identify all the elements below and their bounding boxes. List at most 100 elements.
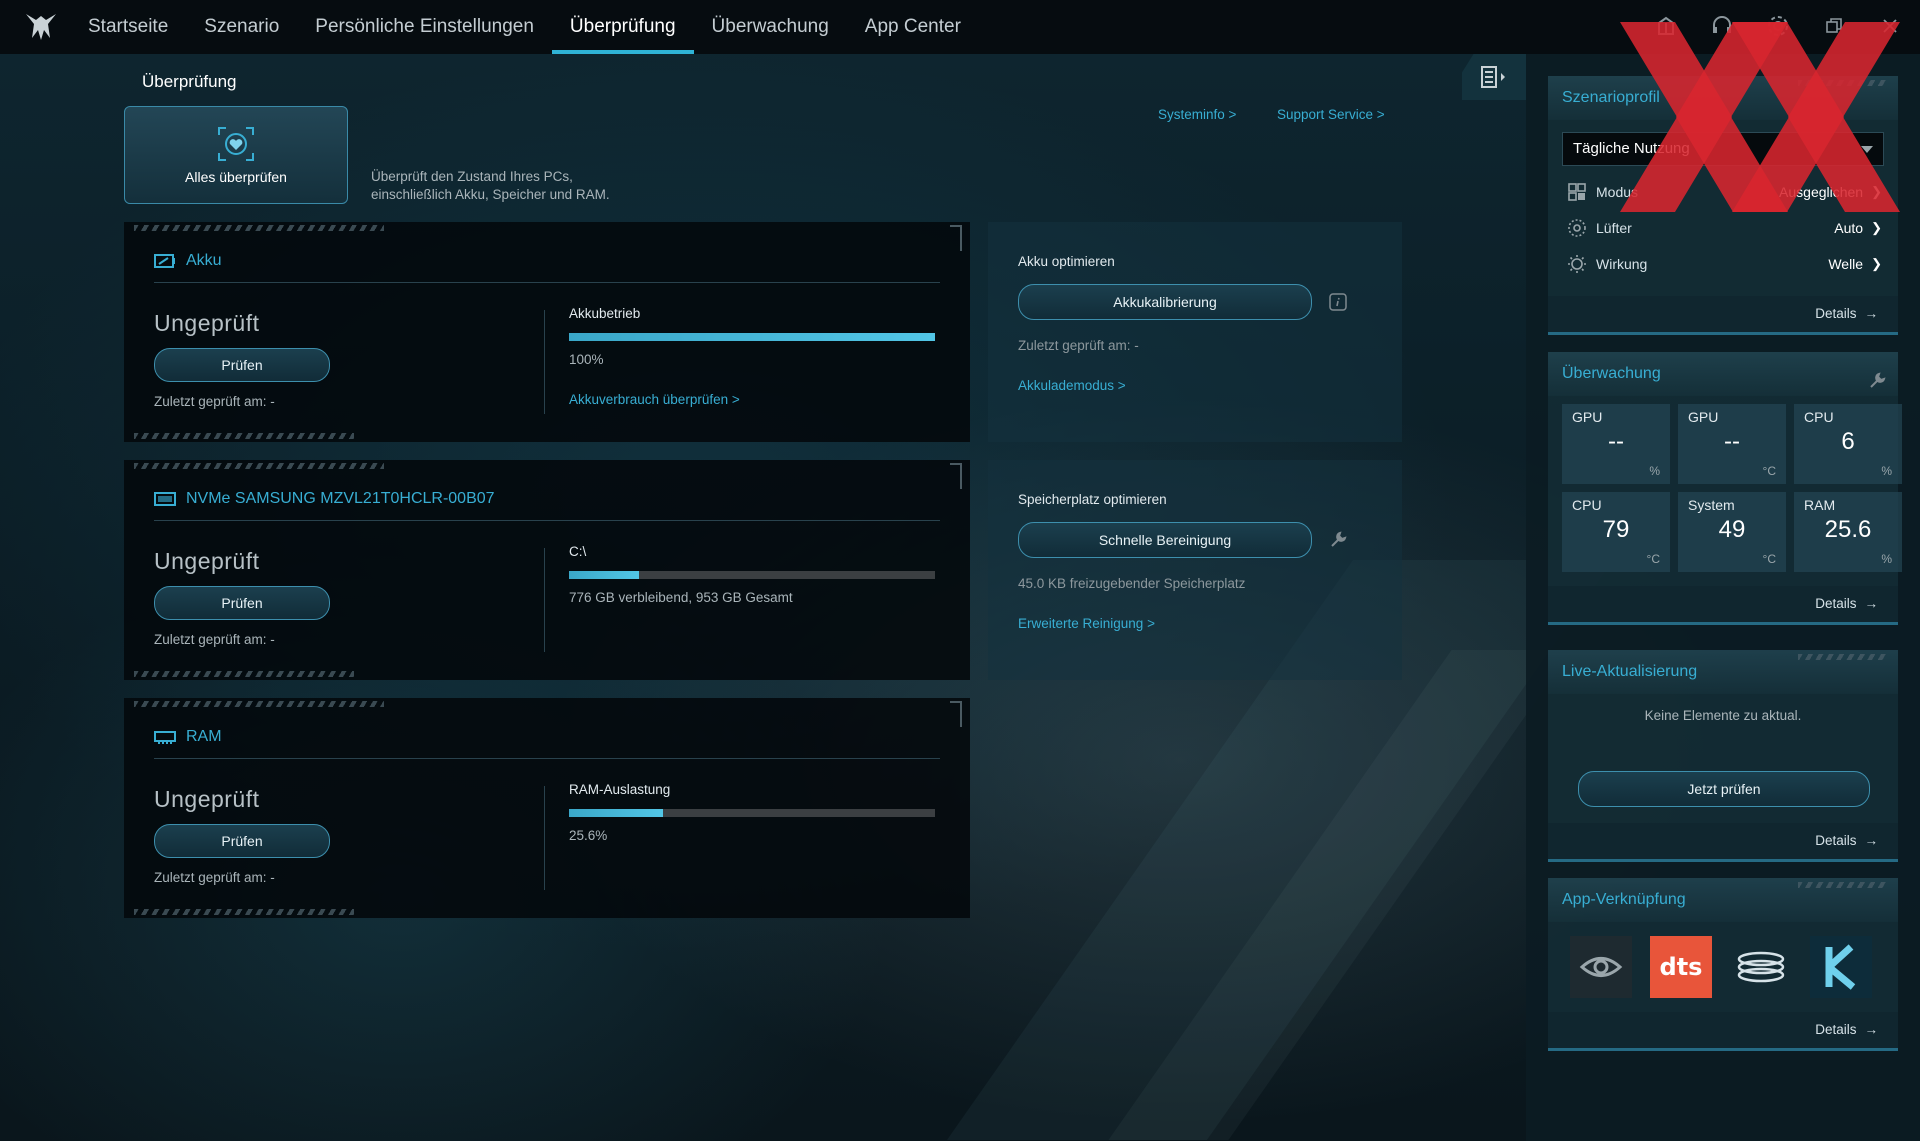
tab-startseite[interactable]: Startseite [70,0,186,54]
cpu-temp-tile: CPU 79 °C [1562,492,1670,572]
card-title-text: Akku [186,252,222,269]
ram-icon [154,731,176,744]
ram-usage-tile: RAM 25.6% [1794,492,1902,572]
notification-icon[interactable] [1652,12,1680,40]
card-title-text: NVMe SAMSUNG MZVL21T0HCLR-00B07 [186,490,495,507]
quick-cleanup-button[interactable]: Schnelle Bereinigung [1018,522,1312,558]
details-link[interactable]: Details → [1548,586,1898,622]
wrench-icon[interactable] [1868,364,1886,408]
divider [154,520,940,521]
wrench-icon[interactable] [1328,530,1348,550]
support-service-link[interactable]: Support Service > [1277,107,1385,122]
arrow-right-icon: → [1864,1022,1879,1037]
metric-value: 25.6% [569,828,608,843]
systeminfo-link[interactable]: Systeminfo > [1158,107,1236,122]
details-link[interactable]: Details → [1548,823,1898,859]
charge-mode-link[interactable]: Akkulademodus > [1018,378,1126,393]
tile-name: System [1688,497,1735,513]
chevron-right-icon: ❯ [1871,220,1882,235]
chevron-right-icon: ❯ [1871,184,1882,199]
details-label: Details [1815,1022,1857,1037]
fan-row[interactable]: Lüfter Auto ❯ [1548,210,1898,246]
chevron-right-icon: ❯ [1871,256,1882,271]
fan-icon [1566,217,1588,239]
last-checked: Zuletzt geprüft am: - [154,632,275,647]
mode-row[interactable]: Modus Ausgeglichen ❯ [1548,174,1898,210]
info-icon[interactable] [1328,292,1348,312]
tab-ueberwachung[interactable]: Überwachung [694,0,847,54]
scenario-select[interactable]: Tägliche Nutzung [1562,132,1884,166]
card-hatch-decoration [134,463,384,469]
tile-unit: % [1881,464,1892,478]
details-link[interactable]: Details → [1548,1012,1898,1048]
last-checked: Zuletzt geprüft am: - [154,394,275,409]
monitoring-widget: Überwachung GPU --% GPU -- °C CPU 6% CPU 79 °C… [1548,352,1902,625]
collapse-sidebar-button[interactable] [1462,54,1526,100]
card-title-text: RAM [186,728,222,745]
bar-fill [569,809,663,817]
battery-calibration-button[interactable]: Akkukalibrierung [1018,284,1312,320]
tile-value: -- [1608,428,1624,455]
widget-title: App-Verknüpfung [1562,891,1686,908]
tile-value: 25.6 [1824,516,1872,543]
arrow-right-icon: → [1864,596,1879,611]
advanced-cleanup-link[interactable]: Erweiterte Reinigung > [1018,616,1155,631]
check-all-button[interactable]: Alles überprüfen [124,106,348,204]
close-icon[interactable] [1876,12,1904,40]
killer-app-icon[interactable] [1810,936,1872,998]
tab-persoenliche-einstellungen[interactable]: Persönliche Einstellungen [297,0,552,54]
card-hatch-decoration [134,671,354,677]
storage-check-card: NVMe SAMSUNG MZVL21T0HCLR-00B07 Ungeprüf… [124,460,970,680]
arrow-right-icon: → [1864,833,1879,848]
divider [544,786,545,890]
widget-header: Live-Aktualisierung [1548,650,1898,694]
details-link[interactable]: Details → [1548,296,1898,332]
tab-app-center[interactable]: App Center [847,0,979,54]
battery-usage-link[interactable]: Akkuverbrauch überprüfen > [569,392,740,407]
header-hatch-decoration [1798,654,1888,660]
chevron-down-icon [1861,146,1873,153]
tab-ueberpruefung[interactable]: Überprüfung [551,0,694,54]
mode-grid-icon [1566,181,1588,203]
restore-window-icon[interactable] [1820,12,1848,40]
card-hatch-decoration [134,433,354,439]
tab-szenario[interactable]: Szenario [186,0,297,54]
pruefen-button[interactable]: Prüfen [154,348,330,382]
divider [544,310,545,414]
pruefen-button[interactable]: Prüfen [154,586,330,620]
divider [154,758,940,759]
live-update-widget: Live-Aktualisierung Keine Elemente zu ak… [1548,650,1898,862]
card-corner-decoration [950,225,962,251]
arrow-right-icon: → [1864,306,1879,321]
effect-row[interactable]: Wirkung Welle ❯ [1548,246,1898,282]
tile-name: CPU [1804,409,1834,425]
settings-icon[interactable] [1764,12,1792,40]
widget-title: Überwachung [1562,365,1661,382]
freeable-space: 45.0 KB freizugebender Speicherplatz [1018,576,1246,591]
divider [544,548,545,652]
tile-unit: % [1881,552,1892,566]
row-value: Welle [1828,256,1864,272]
battery-check-card: Akku Ungeprüft Prüfen Zuletzt geprüft am… [124,222,970,442]
ram-check-card: RAM Ungeprüft Prüfen Zuletzt geprüft am:… [124,698,970,918]
predator-logo[interactable] [24,12,58,42]
pruefen-button[interactable]: Prüfen [154,824,330,858]
top-navigation-bar: Startseite Szenario Persönliche Einstell… [0,0,1920,54]
tile-name: GPU [1688,409,1719,425]
selected-scenario: Tägliche Nutzung [1573,140,1690,157]
headset-icon[interactable] [1708,12,1736,40]
row-label: Modus [1596,184,1639,200]
check-all-label: Alles überprüfen [185,169,287,185]
bar-fill [569,333,935,341]
metric-value: 100% [569,352,604,367]
check-now-button[interactable]: Jetzt prüfen [1578,771,1870,807]
tile-unit: °C [1762,464,1776,478]
app-shortcuts: dts [1548,922,1898,1012]
nvidia-app-icon[interactable] [1570,936,1632,998]
card-title: Akku [154,252,222,270]
dts-app-icon[interactable]: dts [1650,936,1712,998]
audio-app-icon[interactable] [1730,936,1792,998]
card-corner-decoration [950,463,962,489]
tile-value: 79 [1602,516,1630,543]
gpu-temp-tile: GPU -- °C [1678,404,1786,484]
